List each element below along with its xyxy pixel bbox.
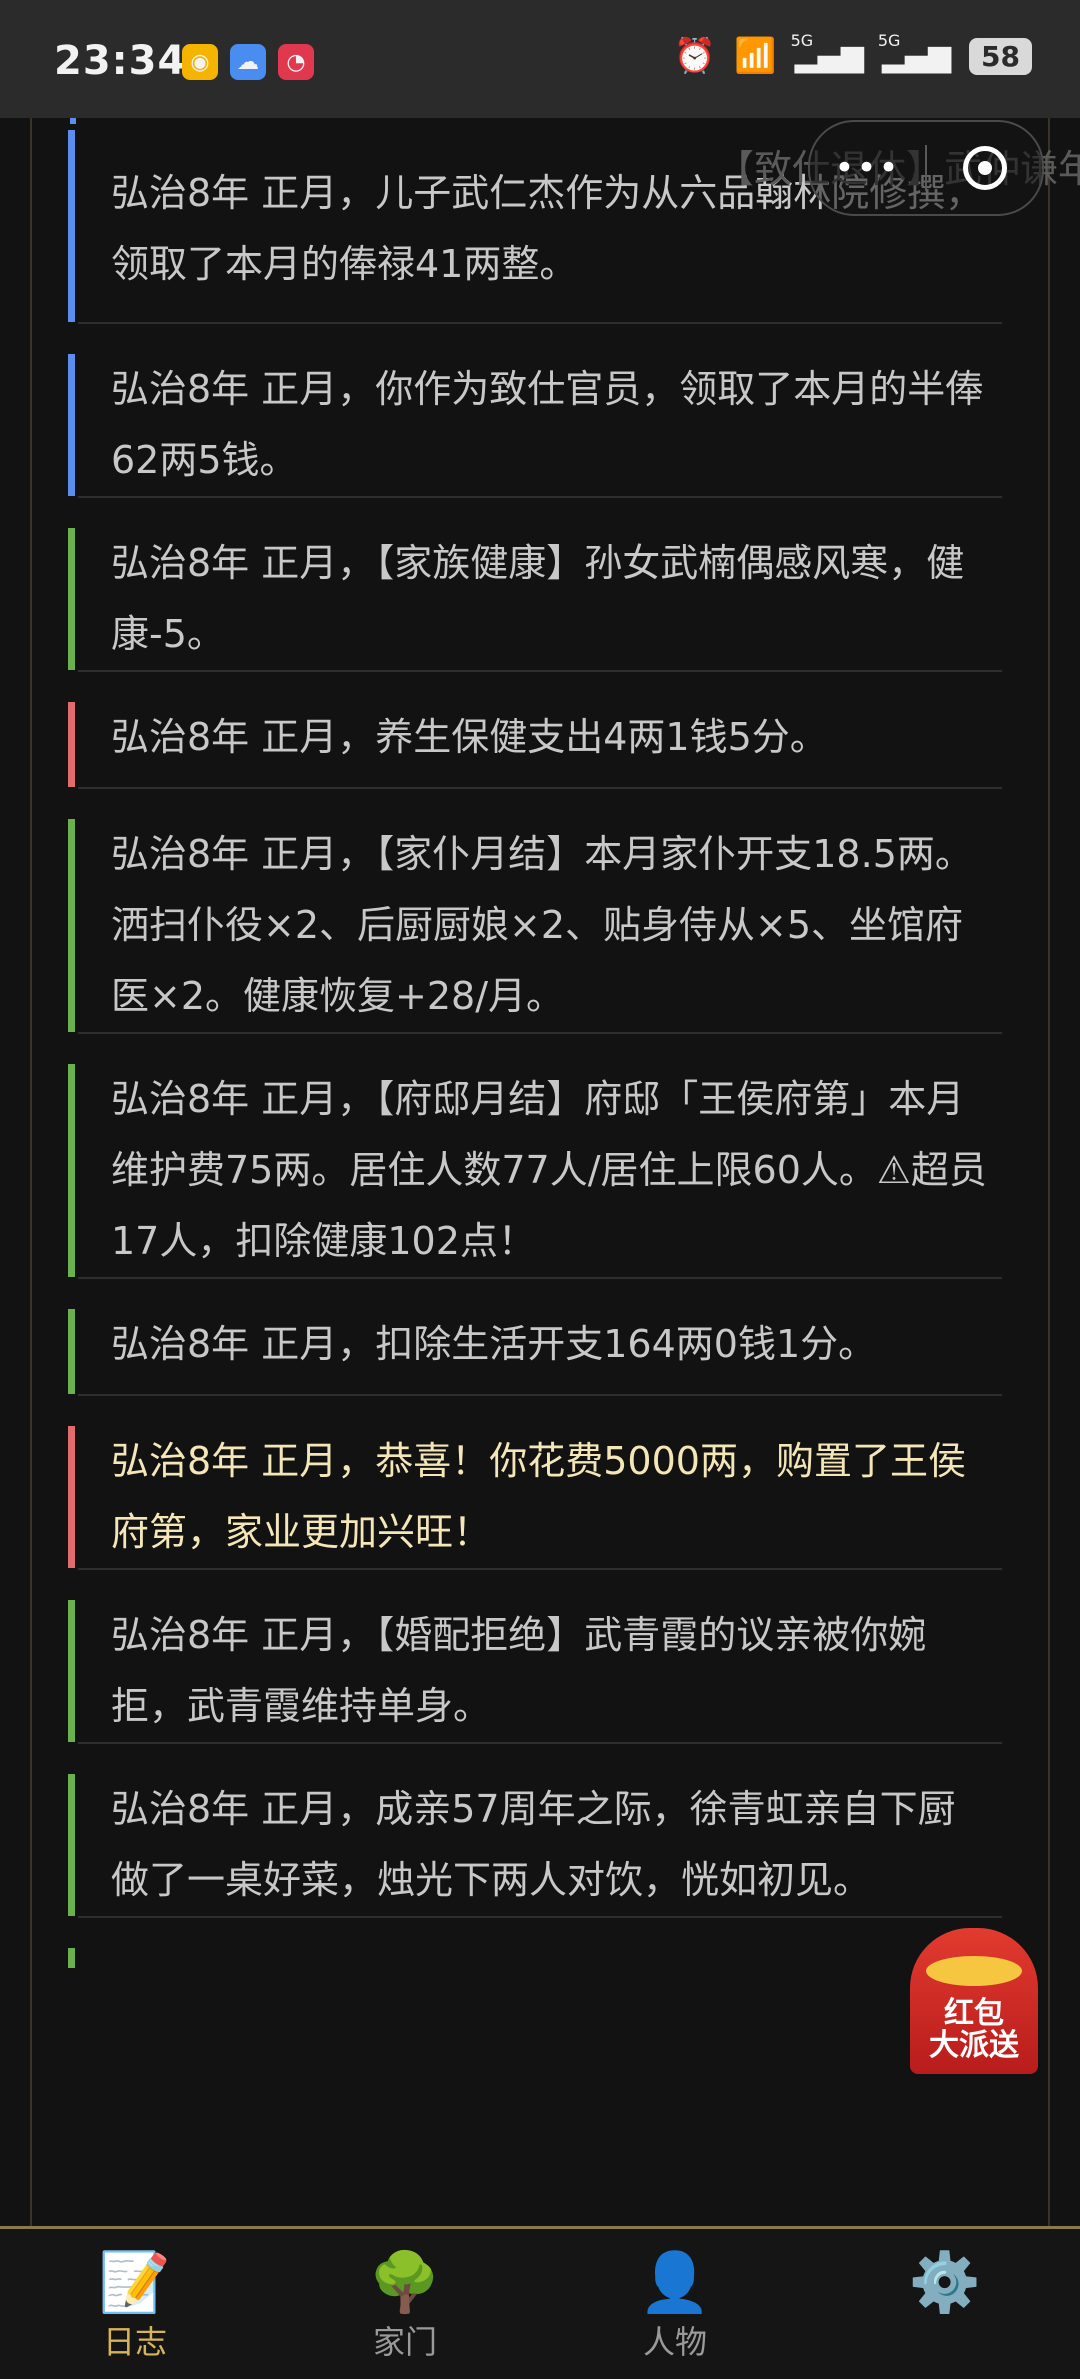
log-entry: 弘治8年 正月，养生保健支出4两1钱5分。	[68, 702, 1002, 787]
status-time: 23:34	[54, 38, 187, 84]
tab-settings[interactable]: ⚙️	[810, 2229, 1080, 2379]
log-entry: 弘治8年 正月，【家族健康】孙女武楠偶感风寒，健康-5。	[68, 528, 1002, 670]
log-entry: 弘治8年 正月，恭喜！你花费5000两，购置了王侯府第，家业更加兴旺！	[68, 1426, 1002, 1568]
log-entry-text: 弘治8年 正月，【家族健康】孙女武楠偶感风寒，健康-5。	[111, 541, 965, 656]
miniprogram-capsule: •••	[808, 120, 1044, 216]
log-entry: 弘治8年 正月，【家仆月结】本月家仆开支18.5两。洒扫仆役×2、后厨厨娘×2、…	[68, 819, 1002, 1032]
tab-people-label: 人物	[642, 2323, 707, 2361]
tab-family[interactable]: 🌳 家门	[270, 2229, 540, 2379]
red-packet-label: 红包 大派送	[910, 1998, 1038, 2062]
log-panel[interactable]: 弘治8年 正月，儿子武仁杰作为从六品翰林院修撰，领取了本月的俸禄41两整。 弘治…	[0, 118, 1080, 2226]
log-entry: 弘治8年 正月，【府邸月结】府邸「王侯府第」本月维护费75两。居住人数77人/居…	[68, 1064, 1002, 1277]
more-menu-button[interactable]: •••	[810, 148, 925, 188]
log-entry: 弘治8年 正月，扣除生活开支164两0钱1分。	[68, 1309, 1002, 1394]
log-entry-text: 弘治8年 正月，扣除生活开支164两0钱1分。	[111, 1322, 877, 1366]
signal-5g-icon: 5G ▂▄▆	[790, 30, 864, 74]
app-notification-icon: ◔	[278, 44, 314, 80]
alarm-icon: ⏰	[673, 36, 717, 76]
gold-coins-icon	[926, 1956, 1022, 1986]
tab-people[interactable]: 👤 人物	[540, 2229, 810, 2379]
red-packet-line2: 大派送	[929, 2028, 1019, 2063]
log-entry: 弘治8年 正月，你作为致仕官员，领取了本月的半俸62两5钱。	[68, 354, 1002, 496]
tab-log-label: 日志	[102, 2323, 167, 2361]
red-packet-button[interactable]: 红包 大派送	[910, 1928, 1038, 2074]
log-entry: 弘治8年 正月，成亲57周年之际，徐青虹亲自下厨做了一桌好菜，烛光下两人对饮，恍…	[68, 1774, 1002, 1916]
log-entry-partial	[68, 1948, 1002, 1968]
battery-indicator: 58	[969, 37, 1032, 75]
weather-icon: ☁	[230, 44, 266, 80]
signal-5g-icon-2: 5G ▂▄▆	[877, 30, 952, 74]
tab-family-label: 家门	[372, 2323, 437, 2361]
close-icon	[962, 146, 1007, 190]
status-indicators: ⏰ 📶 5G ▂▄▆ 5G ▂▄▆ 58	[673, 30, 1032, 76]
log-entry-text: 弘治8年 正月，【府邸月结】府邸「王侯府第」本月维护费75两。居住人数77人/居…	[111, 1077, 987, 1263]
wifi-icon: 📶	[734, 36, 777, 76]
log-entry: 弘治8年 正月，【婚配拒绝】武青霞的议亲被你婉拒，武青霞维持单身。	[68, 1600, 1002, 1742]
log-entry-text: 弘治8年 正月，你作为致仕官员，领取了本月的半俸62两5钱。	[111, 367, 984, 482]
gear-icon: ⚙️	[908, 2248, 982, 2316]
close-button[interactable]	[927, 146, 1042, 190]
log-entry-text: 弘治8年 正月，【家仆月结】本月家仆开支18.5两。洒扫仆役×2、后厨厨娘×2、…	[111, 832, 973, 1018]
red-packet-line1: 红包	[944, 1996, 1004, 2031]
log-entry-text: 弘治8年 正月，养生保健支出4两1钱5分。	[111, 715, 828, 759]
frame-border-right	[1048, 118, 1050, 2226]
log-entry-text: 弘治8年 正月，恭喜！你花费5000两，购置了王侯府第，家业更加兴旺！	[111, 1439, 966, 1554]
status-bar: 23:34 ◉ ☁ ◔ ⏰ 📶 5G ▂▄▆ 5G ▂▄▆ 58	[0, 0, 1080, 118]
tab-log[interactable]: 📝 日志	[0, 2229, 270, 2379]
notification-icons: ◉ ☁ ◔	[182, 44, 314, 80]
log-entry-text: 弘治8年 正月，【婚配拒绝】武青霞的议亲被你婉拒，武青霞维持单身。	[111, 1613, 927, 1728]
frame-border-left	[30, 118, 32, 2226]
weibo-icon: ◉	[182, 44, 218, 80]
person-icon: 👤	[638, 2248, 712, 2316]
memo-icon: 📝	[98, 2248, 172, 2316]
tree-icon: 🌳	[368, 2248, 442, 2316]
bottom-nav: 📝 日志 🌳 家门 👤 人物 ⚙️	[0, 2226, 1080, 2379]
log-list: 弘治8年 正月，儿子武仁杰作为从六品翰林院修撰，领取了本月的俸禄41两整。 弘治…	[68, 118, 1002, 1968]
log-entry-text: 弘治8年 正月，成亲57周年之际，徐青虹亲自下厨做了一桌好菜，烛光下两人对饮，恍…	[111, 1787, 956, 1902]
